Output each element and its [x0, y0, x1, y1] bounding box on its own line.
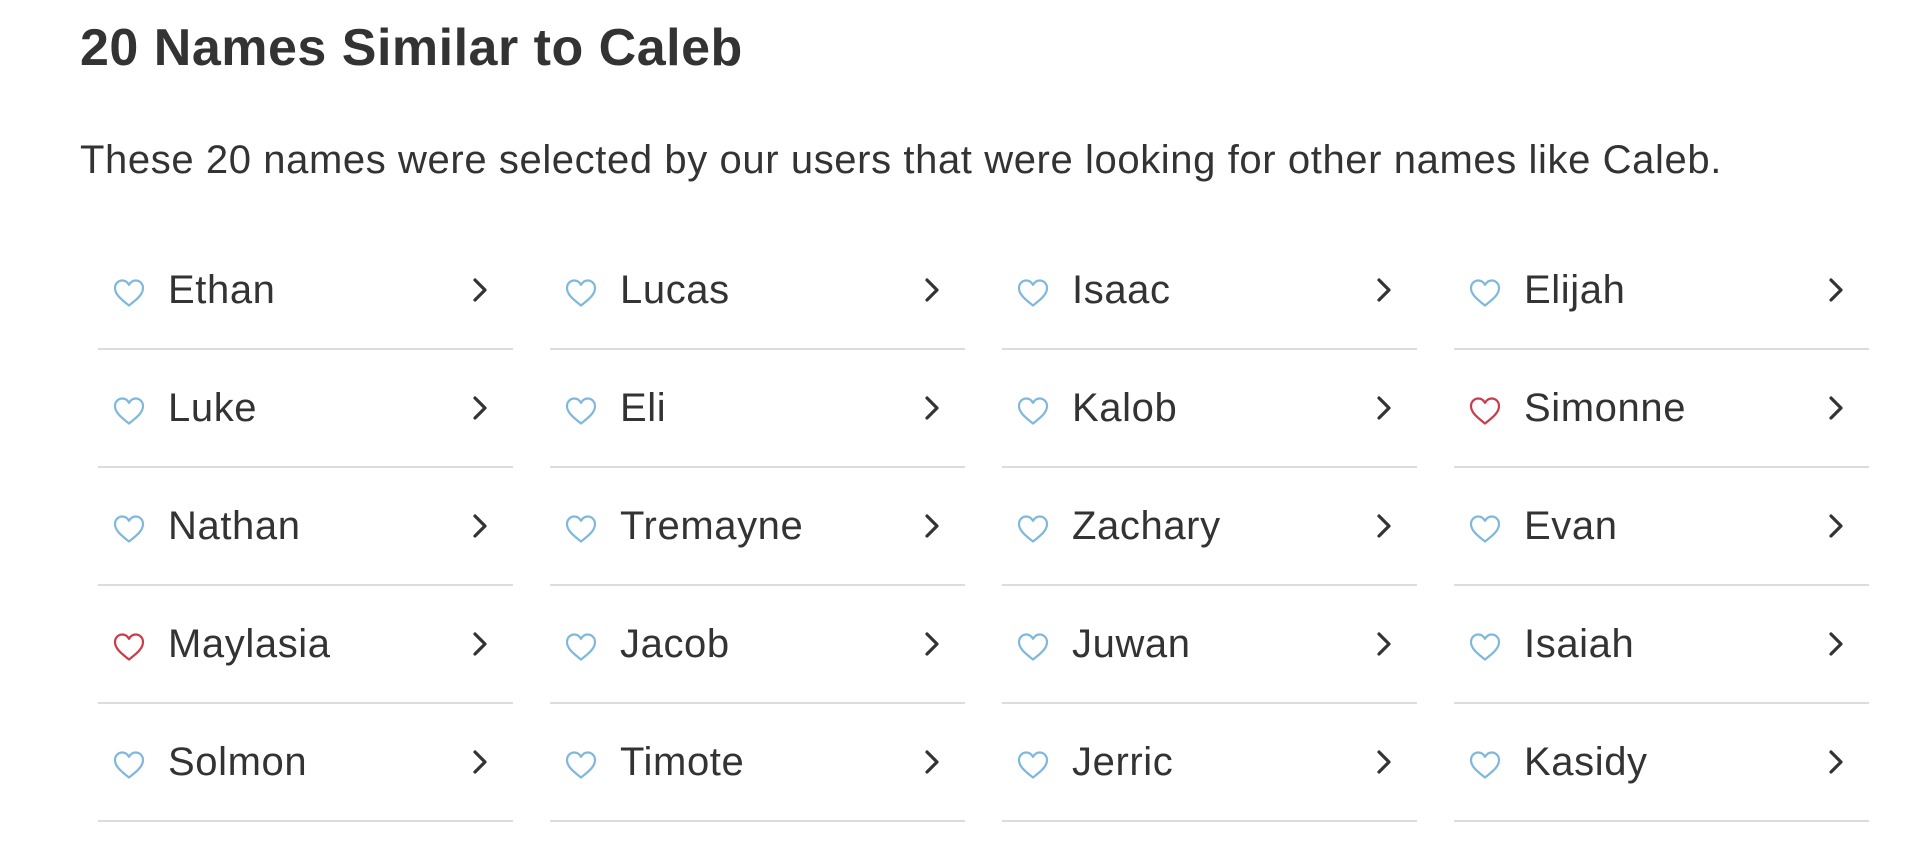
chevron-right-icon — [1373, 747, 1395, 777]
name-item[interactable]: Maylasia — [98, 586, 513, 704]
name-item[interactable]: Juwan — [1002, 586, 1417, 704]
name-item[interactable]: Eli — [550, 350, 965, 468]
name-label: Kasidy — [1524, 739, 1648, 784]
heart-icon[interactable] — [112, 630, 146, 664]
chevron-right-icon — [921, 629, 943, 659]
name-label: Maylasia — [168, 621, 331, 666]
chevron-right-icon — [469, 275, 491, 305]
name-item[interactable]: Simonne — [1454, 350, 1869, 468]
chevron-right-icon — [1373, 511, 1395, 541]
name-label: Luke — [168, 385, 258, 430]
name-label: Elijah — [1524, 267, 1626, 312]
heart-icon[interactable] — [564, 394, 598, 428]
heart-icon[interactable] — [564, 630, 598, 664]
name-label: Ethan — [168, 267, 276, 312]
name-label: Eli — [620, 385, 667, 430]
intro-text: These 20 names were selected by our user… — [80, 138, 1722, 182]
heart-icon[interactable] — [1016, 276, 1050, 310]
name-item[interactable]: Elijah — [1454, 232, 1869, 350]
heart-icon[interactable] — [564, 512, 598, 546]
chevron-right-icon — [1825, 629, 1847, 659]
chevron-right-icon — [469, 747, 491, 777]
names-grid: Ethan Lucas Isaac Elijah Luke Eli Kalob … — [98, 232, 1869, 822]
chevron-right-icon — [1373, 393, 1395, 423]
name-item[interactable]: Isaiah — [1454, 586, 1869, 704]
heart-icon[interactable] — [1016, 394, 1050, 428]
similar-names-section: 20 Names Similar to Caleb These 20 names… — [0, 0, 1928, 842]
heart-icon[interactable] — [1468, 276, 1502, 310]
name-label: Simonne — [1524, 385, 1687, 430]
name-item[interactable]: Jacob — [550, 586, 965, 704]
name-item[interactable]: Evan — [1454, 468, 1869, 586]
chevron-right-icon — [1825, 275, 1847, 305]
heart-icon[interactable] — [564, 748, 598, 782]
chevron-right-icon — [921, 275, 943, 305]
heart-icon[interactable] — [112, 276, 146, 310]
heart-icon[interactable] — [564, 276, 598, 310]
name-item[interactable]: Kasidy — [1454, 704, 1869, 822]
chevron-right-icon — [1373, 275, 1395, 305]
heart-icon[interactable] — [1468, 512, 1502, 546]
chevron-right-icon — [1825, 511, 1847, 541]
name-label: Tremayne — [620, 503, 804, 548]
chevron-right-icon — [921, 511, 943, 541]
heart-icon[interactable] — [112, 394, 146, 428]
name-item[interactable]: Jerric — [1002, 704, 1417, 822]
name-item[interactable]: Solmon — [98, 704, 513, 822]
name-item[interactable]: Ethan — [98, 232, 513, 350]
name-item[interactable]: Timote — [550, 704, 965, 822]
name-label: Evan — [1524, 503, 1618, 548]
name-label: Solmon — [168, 739, 308, 784]
name-label: Jacob — [620, 621, 730, 666]
name-label: Zachary — [1072, 503, 1221, 548]
name-label: Kalob — [1072, 385, 1178, 430]
name-label: Lucas — [620, 267, 730, 312]
name-label: Jerric — [1072, 739, 1174, 784]
heart-icon[interactable] — [112, 512, 146, 546]
chevron-right-icon — [921, 393, 943, 423]
name-item[interactable]: Nathan — [98, 468, 513, 586]
page-title: 20 Names Similar to Caleb — [80, 19, 743, 77]
chevron-right-icon — [1825, 393, 1847, 423]
name-item[interactable]: Zachary — [1002, 468, 1417, 586]
name-label: Juwan — [1072, 621, 1191, 666]
heart-icon[interactable] — [1468, 748, 1502, 782]
heart-icon[interactable] — [1468, 630, 1502, 664]
chevron-right-icon — [469, 629, 491, 659]
heart-icon[interactable] — [1016, 748, 1050, 782]
name-item[interactable]: Lucas — [550, 232, 965, 350]
heart-icon[interactable] — [1016, 630, 1050, 664]
chevron-right-icon — [1825, 747, 1847, 777]
name-item[interactable]: Isaac — [1002, 232, 1417, 350]
chevron-right-icon — [469, 511, 491, 541]
heart-icon[interactable] — [112, 748, 146, 782]
name-label: Isaac — [1072, 267, 1171, 312]
name-label: Timote — [620, 739, 745, 784]
name-item[interactable]: Luke — [98, 350, 513, 468]
name-item[interactable]: Kalob — [1002, 350, 1417, 468]
name-label: Nathan — [168, 503, 301, 548]
chevron-right-icon — [469, 393, 491, 423]
name-item[interactable]: Tremayne — [550, 468, 965, 586]
heart-icon[interactable] — [1016, 512, 1050, 546]
chevron-right-icon — [921, 747, 943, 777]
chevron-right-icon — [1373, 629, 1395, 659]
name-label: Isaiah — [1524, 621, 1635, 666]
heart-icon[interactable] — [1468, 394, 1502, 428]
